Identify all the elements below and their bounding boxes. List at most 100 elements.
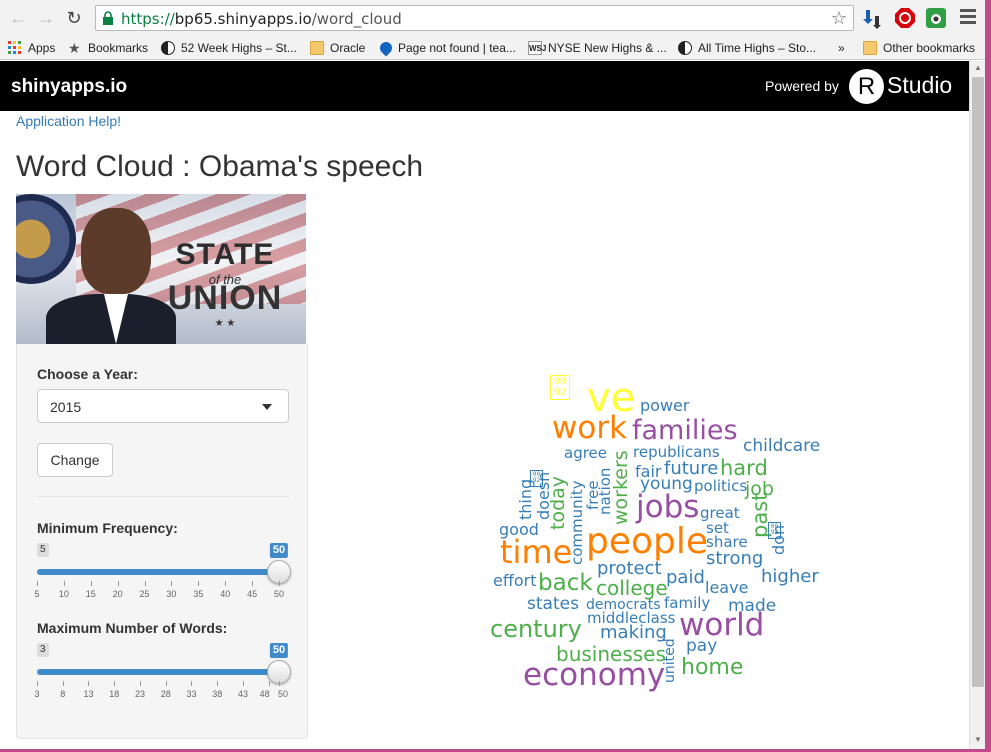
max-words-slider[interactable]: 3 50 3 8 13 18 23 28 33 38 43 48 50 (34, 643, 291, 723)
word-cloud-word: workers (610, 450, 632, 525)
slider-value-badge: 50 (269, 643, 289, 658)
slider-tick-label: 8 (60, 689, 66, 699)
year-select[interactable]: 2015 (37, 389, 289, 423)
year-label: Choose a Year: (37, 366, 138, 382)
page-scrollbar[interactable]: ▲ ▼ (969, 61, 985, 749)
slider-tick-label: 5 (34, 589, 40, 599)
word-cloud-word: higher (761, 566, 819, 587)
rstudio-logo-icon[interactable]: R (849, 69, 884, 104)
divider (37, 496, 289, 497)
portrait-head (81, 208, 151, 294)
word-cloud-word: today (547, 475, 569, 530)
star-icon: ★ (68, 40, 81, 56)
brand-title[interactable]: shinyapps.io (11, 76, 127, 98)
bookmark-all-time-highs[interactable]: All Time Highs – Sto... (678, 39, 816, 57)
word-cloud-word: 00 92 (530, 470, 543, 487)
evernote-extension-icon[interactable] (925, 7, 947, 29)
slider-tick-label: 18 (109, 689, 120, 699)
word-cloud-word: 00 92 (768, 522, 781, 539)
word-cloud-word: back (538, 570, 593, 596)
bookmark-label: » (838, 41, 845, 55)
word-cloud-word: states (527, 594, 579, 614)
folder-icon (310, 41, 324, 55)
shinyapps-navbar: shinyapps.io Powered by R Studio (0, 61, 969, 111)
halfmoon-icon (678, 41, 692, 55)
slider-tick (225, 581, 227, 586)
slider-track[interactable] (37, 569, 279, 575)
slider-fill (37, 669, 279, 675)
bookmarks-overflow-chevron[interactable]: » (838, 39, 845, 57)
bookmark-label: Apps (28, 41, 56, 55)
scroll-up-arrow-icon[interactable]: ▲ (970, 63, 986, 75)
slider-tick (268, 681, 270, 686)
reload-icon[interactable]: ↻ (64, 8, 84, 28)
browser-menu-icon[interactable] (960, 9, 976, 25)
sotu-state: STATE (175, 238, 275, 271)
slider-tick (279, 681, 280, 686)
bookmark-apps[interactable]: Apps (8, 39, 55, 57)
slider-tick (198, 581, 200, 586)
bookmark-oracle[interactable]: Oracle (310, 39, 365, 57)
slider-tick (37, 681, 38, 686)
slider-tick (217, 681, 219, 686)
bookmark-bookmarks[interactable]: ★ Bookmarks (68, 39, 148, 57)
change-button[interactable]: Change (37, 443, 113, 477)
word-cloud-word: economy (523, 657, 666, 693)
powered-by-label: Powered by (765, 78, 839, 94)
state-of-the-union-image: STATE of the UNION ★ ★ (16, 194, 306, 344)
bookmark-star-icon[interactable]: ☆ (831, 8, 847, 29)
bookmark-label: Oracle (330, 41, 366, 55)
slider-tick-label: 15 (85, 589, 96, 599)
scroll-thumb[interactable] (972, 77, 984, 687)
back-arrow-icon[interactable]: ← (8, 8, 28, 28)
word-cloud-word: 00 92 (550, 375, 570, 400)
word-cloud-word: paid (666, 567, 705, 588)
slider-tick (63, 581, 65, 586)
bookmark-label: 52 Week Highs – St... (181, 41, 297, 55)
slider-tick-label: 48 (259, 689, 270, 699)
word-cloud-word: politics (694, 477, 748, 495)
slider-tick (252, 581, 254, 586)
application-help-link[interactable]: Application Help! (16, 113, 121, 129)
address-bar[interactable]: https://bp65.shinyapps.io/word_cloud ☆ (95, 5, 854, 31)
min-frequency-slider[interactable]: 5 50 5 10 15 20 25 30 35 40 45 50 (34, 543, 291, 623)
slider-tick (242, 681, 244, 686)
rstudio-logo-text[interactable]: Studio (887, 72, 952, 99)
bookmark-page-not-found[interactable]: Page not found | tea... (377, 39, 516, 57)
folder-icon (863, 41, 877, 55)
scroll-down-arrow-icon[interactable]: ▼ (970, 735, 986, 747)
word-cloud-word: people (586, 521, 709, 562)
slider-tick-label: 50 (273, 589, 285, 599)
word-cloud: 00 92 ve power work families childcare agree re… (480, 365, 840, 705)
bookmark-label: Page not found | tea... (398, 41, 516, 55)
drop-icon (377, 39, 395, 57)
slider-tick (139, 681, 141, 686)
min-frequency-label: Minimum Frequency: (37, 520, 178, 536)
bookmark-52-week-highs[interactable]: 52 Week Highs – St... (161, 39, 297, 57)
presidential-seal-graphic (16, 194, 76, 284)
url-scheme: https:// (121, 10, 175, 28)
adblock-icon[interactable] (894, 7, 916, 29)
bookmark-nyse-new-highs[interactable]: WSJ NYSE New Highs & ... (528, 39, 667, 57)
window-border (985, 0, 991, 752)
slider-tick-label: 50 (277, 689, 289, 699)
url-text: https://bp65.shinyapps.io/word_cloud (121, 10, 402, 28)
halfmoon-icon (161, 41, 175, 55)
lock-icon (103, 11, 113, 25)
word-cloud-word: agree (564, 444, 608, 462)
slider-track[interactable] (37, 669, 279, 675)
forward-arrow-icon[interactable]: → (36, 8, 56, 28)
word-cloud-word: college (596, 576, 668, 600)
slider-tick (191, 681, 193, 686)
slider-tick-label: 40 (220, 589, 231, 599)
bookmark-other-bookmarks[interactable]: Other bookmarks (863, 39, 975, 57)
url-host: bp65.shinyapps.io (174, 10, 312, 28)
word-cloud-word: hard (720, 456, 768, 480)
word-cloud-word: childcare (743, 436, 821, 456)
word-cloud-word: effort (493, 571, 537, 590)
slider-tick-label: 45 (247, 589, 258, 599)
slider-ticks: 3 8 13 18 23 28 33 38 43 48 50 (34, 681, 288, 701)
word-cloud-word: making (600, 622, 667, 643)
download-extension-icon[interactable] (862, 7, 884, 29)
word-cloud-word: time (500, 533, 573, 571)
